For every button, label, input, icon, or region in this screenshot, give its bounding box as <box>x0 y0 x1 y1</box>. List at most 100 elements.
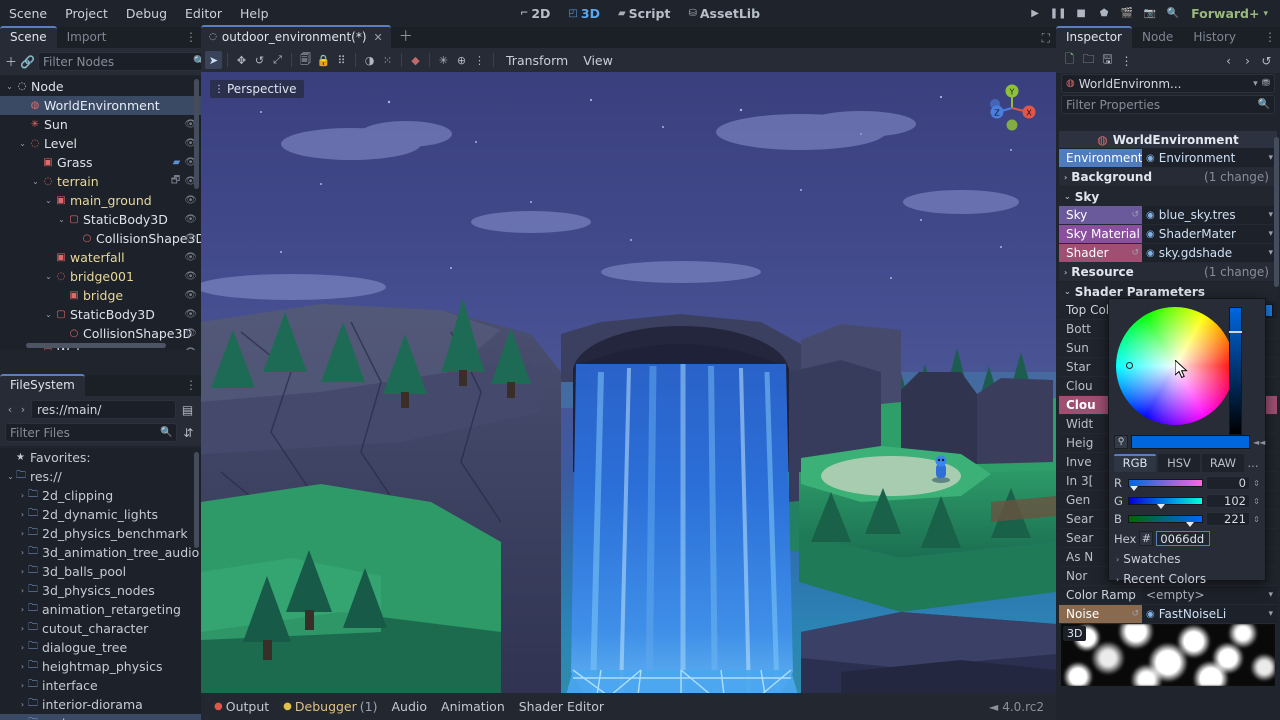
nav-forward-icon[interactable]: › <box>18 403 28 416</box>
save-resource-icon[interactable]: 🖫 <box>1099 52 1116 69</box>
scene-tree-hscrollbar[interactable] <box>26 343 166 348</box>
menu-editor[interactable]: Editor <box>176 3 231 24</box>
scene-tree-item-node[interactable]: ⌄ ◌ Node <box>0 77 201 96</box>
bottom-panel-shader-editor[interactable]: Shader Editor <box>512 696 611 717</box>
tab-history[interactable]: History <box>1183 27 1246 48</box>
chevron-down-icon[interactable]: ▾ <box>1268 153 1273 163</box>
channel-slider-g[interactable] <box>1128 497 1203 509</box>
tab-import[interactable]: Import <box>57 27 117 48</box>
expander-icon[interactable]: › <box>17 700 28 709</box>
expander-icon[interactable]: › <box>17 662 28 671</box>
menu-debug[interactable]: Debug <box>117 3 176 24</box>
close-icon[interactable]: ✕ <box>374 31 383 44</box>
file-list-item[interactable]: › 🗀 3d_physics_nodes <box>0 581 201 600</box>
nav-back-icon[interactable]: ‹ <box>5 403 15 416</box>
scene-dock-menu-icon[interactable]: ⋮ <box>185 30 197 44</box>
toggle-split-mode-icon[interactable]: ▤ <box>179 401 196 418</box>
chevron-down-icon[interactable]: ▾ <box>1268 248 1273 258</box>
expander-icon[interactable]: › <box>17 586 28 595</box>
property-value[interactable]: ◉ ShaderMater ▾ <box>1142 225 1277 243</box>
scene-tree-item-bridge001[interactable]: ⌄ ◌ bridge001 👁 <box>0 267 201 286</box>
expander-icon[interactable]: › <box>17 624 28 633</box>
group-icon[interactable]: ⠿ <box>333 51 350 69</box>
swatches-section[interactable]: › Swatches <box>1114 552 1260 566</box>
snap-icon[interactable]: ◑ <box>361 51 378 69</box>
visibility-eye-icon[interactable]: 👁 <box>184 347 197 350</box>
bottom-panel-debugger[interactable]: ● Debugger (1) <box>276 696 384 717</box>
filter-nodes-box[interactable]: 🔍 <box>37 52 211 71</box>
stop-button[interactable]: ■ <box>1070 4 1092 24</box>
scene-tree-item-level[interactable]: ⌄ ◌ Level 👁 <box>0 134 201 153</box>
lock-icon[interactable]: 🔒 <box>315 51 332 69</box>
rotate-mode-icon[interactable]: ↺ <box>251 51 268 69</box>
channel-value-b[interactable]: 221 <box>1206 512 1250 526</box>
scene-tree-item-sun[interactable]: ✳ Sun 👁 <box>0 115 201 134</box>
channel-handle-r[interactable] <box>1130 486 1139 491</box>
filter-files-input[interactable] <box>10 425 160 440</box>
file-list[interactable]: ★ Favorites: ⌄ 🗀 res://› 🗀 2d_clipping › 🗀 2d_dyn… <box>0 448 201 720</box>
expander-icon[interactable]: › <box>17 548 28 557</box>
property-row-shader[interactable]: Shader ↺ ◉ sky.gdshade ▾ <box>1059 244 1277 263</box>
current-path[interactable]: res://main/ <box>31 400 176 419</box>
file-list-item[interactable]: › 🗀 interface <box>0 676 201 695</box>
link-instance-button[interactable]: 🔗 <box>20 53 35 70</box>
skeleton-icon[interactable]: ⁙ <box>379 51 396 69</box>
play-button[interactable]: ▶ <box>1024 4 1046 24</box>
movie-maker-button[interactable]: 📷 <box>1139 4 1161 24</box>
open-docs-icon[interactable]: ⛃ <box>1262 78 1270 89</box>
history-forward-icon[interactable]: › <box>1239 52 1256 69</box>
visibility-eye-icon[interactable]: 👁 <box>184 271 197 282</box>
new-resource-icon[interactable]: 🗋 <box>1061 52 1078 69</box>
mode-more-icon[interactable]: ... <box>1246 454 1260 472</box>
snap-grid-icon[interactable]: ⊕ <box>453 51 470 69</box>
open-resource-icon[interactable]: 🗀 <box>1080 52 1097 69</box>
property-value[interactable]: <empty> ▾ <box>1142 586 1277 604</box>
filesystem-vscrollbar[interactable] <box>194 452 199 548</box>
mode-raw[interactable]: RAW <box>1202 454 1244 472</box>
filter-nodes-input[interactable] <box>42 54 193 69</box>
scene-tree-item-staticbody3d[interactable]: ⌄ ▢ StaticBody3D 👁 <box>0 210 201 229</box>
file-list-item[interactable]: › 🗀 animation_retargeting <box>0 600 201 619</box>
scene-tree-item-worldenvironment[interactable]: ◍ WorldEnvironment <box>0 96 201 115</box>
scene-instance-icon[interactable]: 🗗 <box>171 173 180 190</box>
property-section-background[interactable]: › Background (1 change) <box>1059 168 1277 187</box>
pause-button[interactable]: ❚❚ <box>1047 4 1069 24</box>
mode-rgb[interactable]: RGB <box>1114 454 1156 472</box>
chevron-down-icon[interactable]: ▾ <box>1268 229 1273 239</box>
bottom-panel-audio[interactable]: Audio <box>384 696 434 717</box>
expander-icon[interactable]: › <box>17 605 28 614</box>
value-slider[interactable] <box>1229 307 1242 435</box>
color-picker-popup[interactable]: ⚲ ◄◄ RGB HSV RAW ... R 0 ⇕ G 102 ⇕ B 221… <box>1108 298 1266 586</box>
file-list-item[interactable]: ★ Favorites: <box>0 448 201 467</box>
channel-spinner-b[interactable]: ⇕ <box>1253 515 1260 524</box>
tab-assetlib[interactable]: ⛁ AssetLib <box>680 2 768 25</box>
property-row-color-ramp[interactable]: Color Ramp <empty> ▾ <box>1059 586 1277 605</box>
file-list-item[interactable]: › 🗀 2d_dynamic_lights <box>0 505 201 524</box>
tab-3d[interactable]: ◰ 3D <box>560 2 608 25</box>
file-list-item[interactable]: › 🗀 cutout_character <box>0 619 201 638</box>
revert-icon[interactable]: ↺ <box>1131 609 1139 619</box>
scene-tree-item-collisionshape3d[interactable]: ○ CollisionShape3D 👁 <box>0 229 201 248</box>
menu-help[interactable]: Help <box>231 3 278 24</box>
chevron-down-icon[interactable]: ▾ <box>1268 609 1273 619</box>
script-icon[interactable]: ▰ <box>173 157 181 168</box>
revert-icon[interactable]: ↺ <box>1131 210 1139 220</box>
file-list-item[interactable]: ⌄ 🗀 res:// <box>0 467 201 486</box>
scale-mode-icon[interactable]: ⤢ <box>269 51 286 69</box>
file-list-item[interactable]: › 🗀 3d_animation_tree_audio <box>0 543 201 562</box>
chevron-down-icon[interactable]: ▾ <box>1268 590 1273 600</box>
local-space-icon[interactable]: ✳ <box>435 51 452 69</box>
recent-colors-section[interactable]: › Recent Colors <box>1114 572 1260 586</box>
move-mode-icon[interactable]: ✥ <box>233 51 250 69</box>
scene-tree-item-collisionshape3d[interactable]: ○ CollisionShape3D 👁 <box>0 324 201 343</box>
expander-icon[interactable]: ⌄ <box>17 139 28 148</box>
menu-scene[interactable]: Scene <box>0 3 56 24</box>
channel-spinner-r[interactable]: ⇕ <box>1253 479 1260 488</box>
inspector-menu-icon[interactable]: ⋮ <box>1264 30 1276 44</box>
expander-icon[interactable]: ⌄ <box>30 177 41 186</box>
play-custom-scene-button[interactable]: 🎬 <box>1116 4 1138 24</box>
expander-icon[interactable]: ⌄ <box>43 272 54 281</box>
scene-tree-item-waterfall[interactable]: ▣ waterfall 👁 <box>0 248 201 267</box>
visibility-eye-icon[interactable]: 👁 <box>184 214 197 225</box>
object-history-icon[interactable]: ↺ <box>1258 52 1275 69</box>
